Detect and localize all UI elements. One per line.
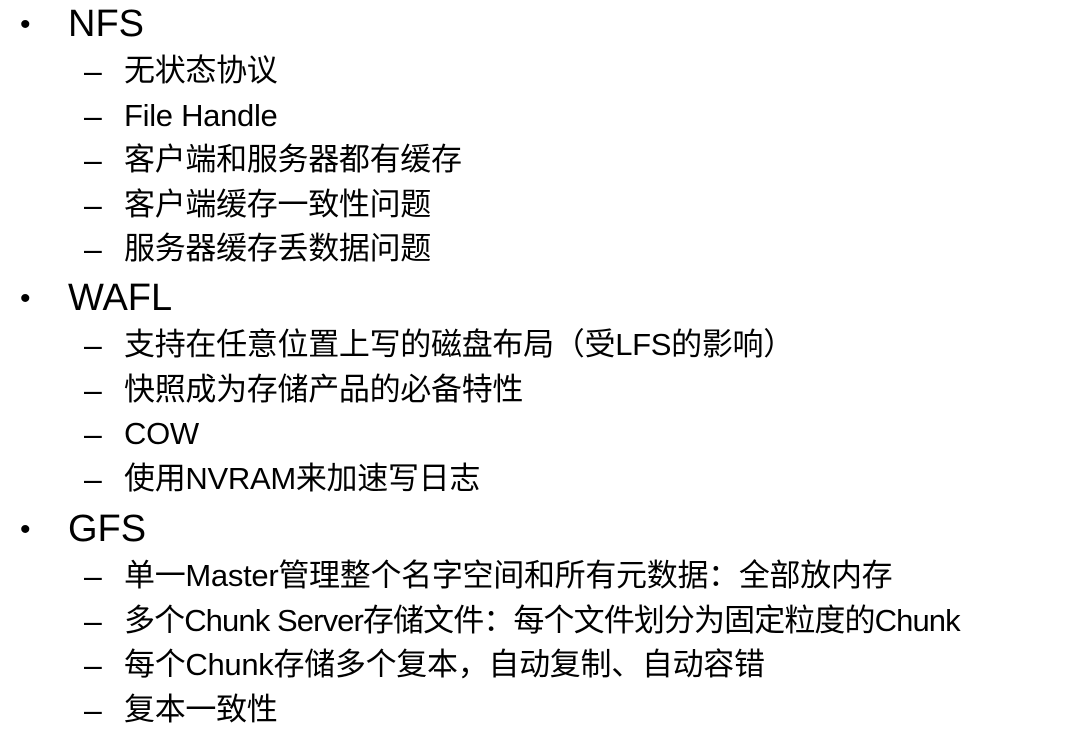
list-item-text: 复本一致性 <box>124 691 278 727</box>
bullet-icon: • <box>20 282 31 315</box>
list-item: – 使用NVRAM来加速写日志 <box>0 457 1091 502</box>
list-item: – 客户端和服务器都有缓存 <box>0 138 1091 183</box>
list-item-text: File Handle <box>124 97 278 133</box>
topic-wafl: • WAFL – 支持在任意位置上写的磁盘布局（受LFS的影响） – 快照成为存… <box>0 274 1091 501</box>
dash-icon: – <box>84 602 102 639</box>
dash-icon: – <box>84 97 102 134</box>
list-item: – 每个Chunk存储多个复本，自动复制、自动容错 <box>0 643 1091 688</box>
dash-icon: – <box>84 647 102 683</box>
dash-icon: – <box>84 460 102 497</box>
list-item: – COW <box>0 412 1091 457</box>
list-item: – File Handle <box>0 94 1091 139</box>
dash-icon: – <box>84 416 102 452</box>
dash-icon: – <box>84 53 102 89</box>
list-item-text: 客户端和服务器都有缓存 <box>124 142 462 177</box>
list-item: – 单一Master管理整个名字空间和所有元数据：全部放内存 <box>0 554 1091 599</box>
list-item-text: 支持在任意位置上写的磁盘布局（受LFS的影响） <box>124 327 794 362</box>
dash-icon: – <box>84 371 102 408</box>
dash-icon: – <box>84 558 102 594</box>
topic-gfs: • GFS – 单一Master管理整个名字空间和所有元数据：全部放内存 – 多… <box>0 505 1091 732</box>
list-item: – 支持在任意位置上写的磁盘布局（受LFS的影响） <box>0 323 1091 368</box>
dash-icon: – <box>84 691 102 728</box>
list-item-text: 每个Chunk存储多个复本，自动复制、自动容错 <box>124 647 765 682</box>
topic-heading: • NFS <box>0 0 1091 49</box>
dash-icon: – <box>84 186 102 223</box>
list-item-text: 单一Master管理整个名字空间和所有元数据：全部放内存 <box>124 558 893 593</box>
list-item-text: 多个Chunk Server存储文件：每个文件划分为固定粒度的Chunk <box>124 602 961 638</box>
list-item: – 多个Chunk Server存储文件：每个文件划分为固定粒度的Chunk <box>0 599 1091 644</box>
bullet-icon: • <box>20 8 31 41</box>
list-item-text: 快照成为存储产品的必备特性 <box>124 371 524 407</box>
topic-title: NFS <box>68 3 144 45</box>
topic-title: WAFL <box>68 277 173 319</box>
topic-heading: • GFS <box>0 505 1091 554</box>
list-item-text: 使用NVRAM来加速写日志 <box>124 460 481 496</box>
list-item: – 复本一致性 <box>0 688 1091 733</box>
list-item: – 无状态协议 <box>0 49 1091 94</box>
sub-list: – 无状态协议 – File Handle – 客户端和服务器都有缓存 – 客户… <box>0 49 1091 272</box>
list-item: – 快照成为存储产品的必备特性 <box>0 368 1091 413</box>
dash-icon: – <box>84 231 102 267</box>
topic-title: GFS <box>68 508 147 550</box>
list-item-text: 无状态协议 <box>124 53 278 88</box>
dash-icon: – <box>84 142 102 178</box>
topic-nfs: • NFS – 无状态协议 – File Handle – 客户端和服务器都有缓… <box>0 0 1091 272</box>
list-item: – 客户端缓存一致性问题 <box>0 183 1091 228</box>
bullet-icon: • <box>20 513 31 546</box>
list-item-text: COW <box>124 416 199 451</box>
sub-list: – 单一Master管理整个名字空间和所有元数据：全部放内存 – 多个Chunk… <box>0 554 1091 732</box>
list-item-text: 服务器缓存丢数据问题 <box>124 231 431 266</box>
list-item: – 服务器缓存丢数据问题 <box>0 227 1091 272</box>
slide: • NFS – 无状态协议 – File Handle – 客户端和服务器都有缓… <box>0 0 1091 742</box>
sub-list: – 支持在任意位置上写的磁盘布局（受LFS的影响） – 快照成为存储产品的必备特… <box>0 323 1091 501</box>
topic-heading: • WAFL <box>0 274 1091 323</box>
list-item-text: 客户端缓存一致性问题 <box>124 186 431 222</box>
dash-icon: – <box>84 327 102 363</box>
